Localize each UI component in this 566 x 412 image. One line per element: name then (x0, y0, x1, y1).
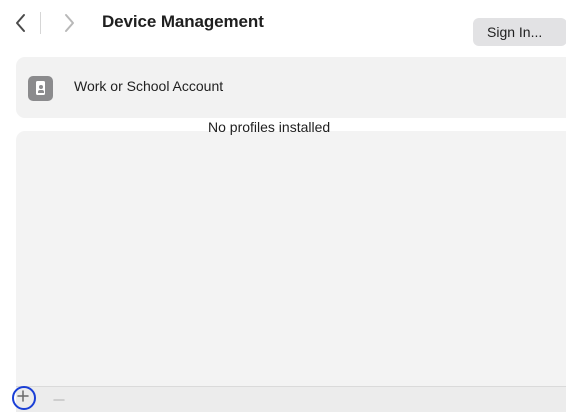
chevron-left-icon (15, 13, 27, 33)
profiles-list (16, 131, 566, 391)
chevron-right-icon (63, 13, 75, 33)
nav-divider (40, 12, 41, 34)
list-action-bar (16, 386, 566, 412)
remove-profile-button[interactable] (52, 389, 66, 407)
device-management-window: Device Management Work or School Account… (0, 0, 566, 412)
id-badge-icon (28, 76, 53, 101)
empty-state-message: No profiles installed (208, 119, 331, 135)
page-title: Device Management (102, 12, 264, 31)
minus-icon (53, 389, 65, 407)
add-button-highlight-circle (12, 386, 36, 410)
work-school-account-row: Work or School Account (16, 57, 566, 118)
account-label: Work or School Account (74, 78, 224, 94)
sign-in-button[interactable]: Sign In... (473, 18, 566, 46)
back-button[interactable] (10, 10, 32, 36)
forward-button[interactable] (58, 10, 80, 36)
